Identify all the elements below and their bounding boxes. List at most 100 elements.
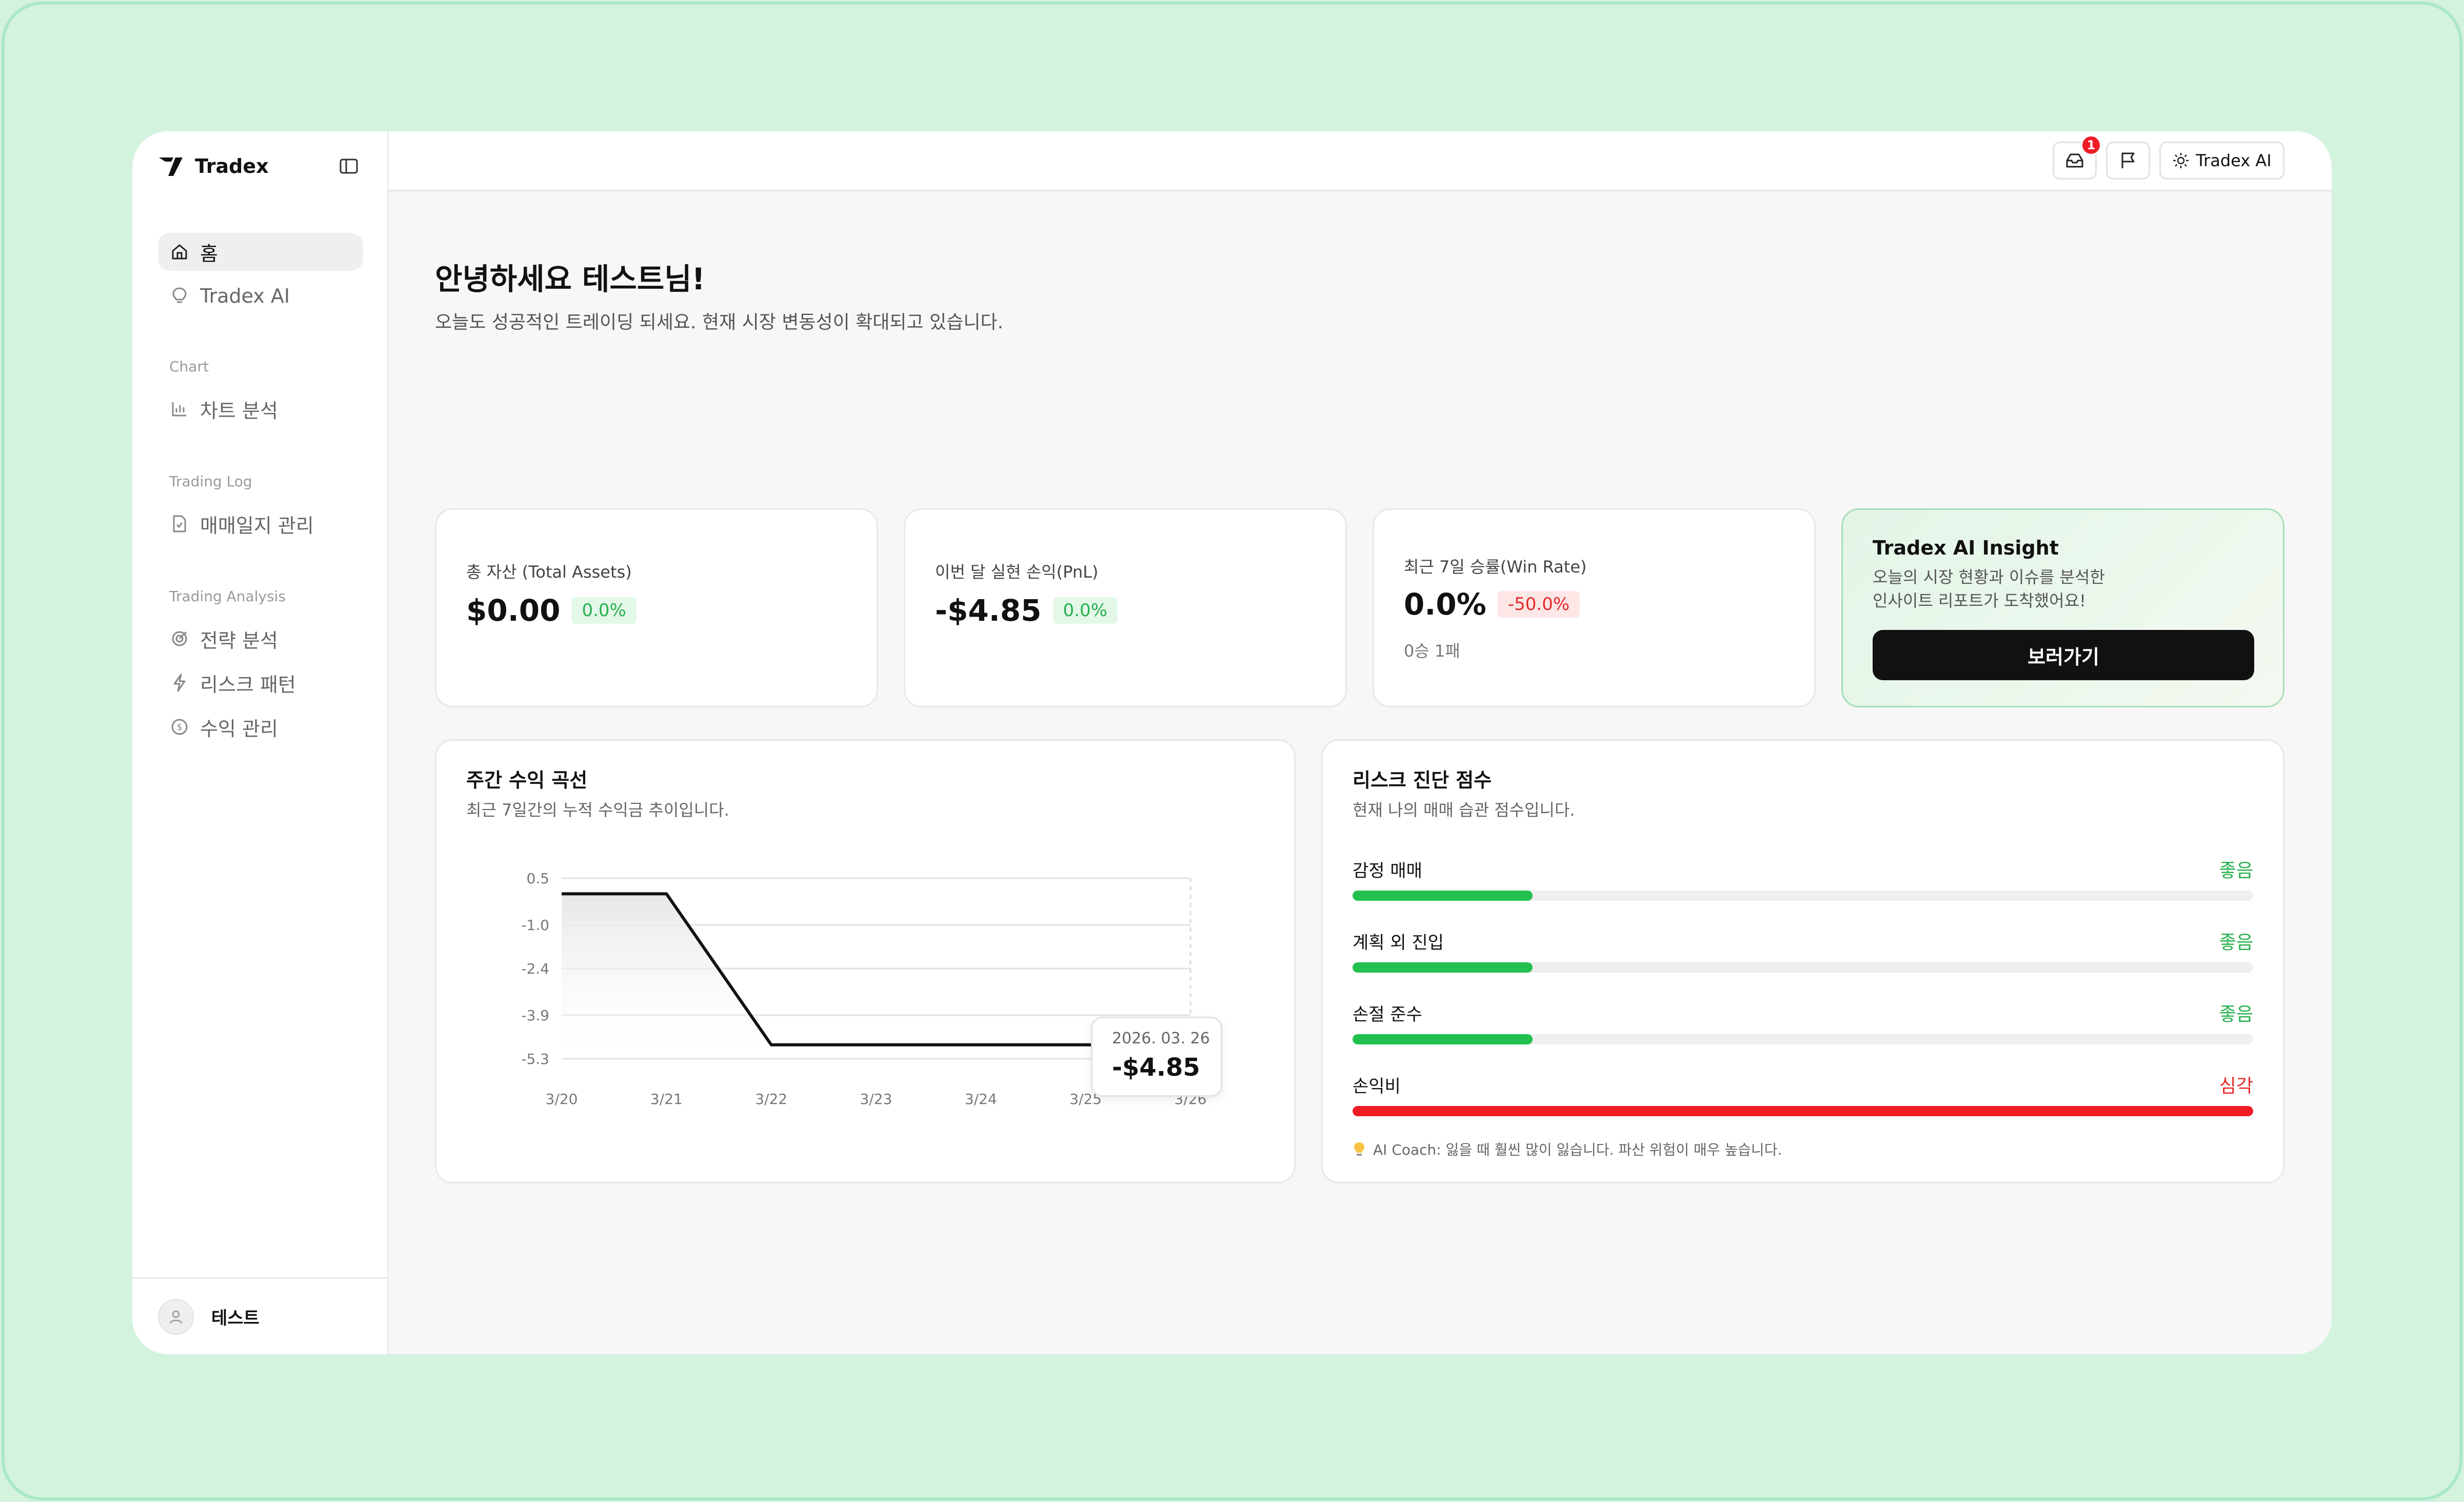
insight-description: 오늘의 시장 현황과 이슈를 분석한 인사이트 리포트가 도착했어요!: [1873, 565, 2242, 612]
stat-value-row: 0.0% -50.0%: [1404, 587, 1580, 622]
stat-change-badge: -50.0%: [1497, 591, 1580, 618]
risk-label: 감정 매매: [1353, 861, 1422, 881]
sidebar-item-label: 수익 관리: [200, 717, 278, 740]
file-icon: [169, 513, 190, 534]
tradex-ai-button-label: Tradex AI: [2196, 151, 2272, 170]
sidebar-section-title: Chart: [169, 358, 209, 375]
insight-desc-line: 오늘의 시장 현황과 이슈를 분석한: [1873, 567, 2105, 587]
y-tick-label: 0.5: [526, 870, 549, 887]
risk-status: 좋음: [2219, 1004, 2253, 1025]
risk-status: 좋음: [2219, 860, 2253, 881]
y-tick-label: -2.4: [521, 960, 549, 977]
sidebar-item-label: 차트 분석: [200, 399, 278, 422]
home-icon: [169, 242, 190, 262]
inbox-button[interactable]: 1: [2053, 135, 2101, 180]
svg-text:$: $: [177, 722, 183, 733]
risk-progress-fill: [1353, 891, 1533, 901]
stat-label: 총 자산 (Total Assets): [466, 562, 632, 582]
insight-title: Tradex AI Insight: [1873, 537, 2059, 559]
weekly-profit-chart: 0.5-1.0-2.4-3.9-5.33/20 3/21 3/22 3/23 3/24 3…: [521, 870, 1206, 1108]
tradex-ai-button[interactable]: Tradex AI: [2159, 142, 2284, 180]
sidebar-item-label: 리스크 패턴: [200, 673, 296, 696]
stat-value: $0.00: [466, 593, 561, 628]
stat-value: -$4.85: [935, 593, 1042, 628]
y-tick-label: -5.3: [521, 1051, 549, 1068]
risk-progress-fill: [1353, 1034, 1533, 1044]
tooltip-date: 2026. 03. 26: [1112, 1030, 1210, 1048]
risk-score-panel: 리스크 진단 점수 현재 나의 매매 습관 점수입니다. 감정 매매 좋음 계획…: [1321, 739, 2284, 1183]
sidebar-item-trading-journal[interactable]: 매매일지 관리: [158, 505, 363, 543]
weekly-profit-panel: 주간 수익 곡선 최근 7일간의 누적 수익금 추이입니다. 0.5 -1.0 -2…: [435, 739, 1296, 1183]
x-tick-label: 3/20: [546, 1091, 578, 1108]
page-subtitle: 오늘도 성공적인 트레이딩 되세요. 현재 시장 변동성이 확대되고 있습니다.: [435, 312, 1004, 333]
stat-label: 이번 달 실현 손익(PnL): [935, 562, 1099, 582]
ai-coach-note: AI Coach: 잃을 때 훨씬 많이 잃습니다. 파산 위험이 매우 높습니…: [1353, 1139, 1782, 1159]
chart-tooltip: 2026. 03. 26 -$4.85: [1091, 1017, 1222, 1097]
stat-card-win-rate: 최근 7일 승률(Win Rate) 0.0% -50.0% 0승 1패: [1373, 508, 1816, 707]
lightbulb-icon: [169, 286, 190, 306]
risk-status: 좋음: [2219, 932, 2253, 953]
notification-badge: 1: [2081, 135, 2101, 155]
y-tick-label: -3.9: [521, 1007, 549, 1024]
sidebar-panel-icon: [340, 159, 358, 174]
sun-icon: [2173, 153, 2189, 168]
x-tick-label: 3/24: [965, 1091, 997, 1108]
risk-progress-track: [1353, 1106, 2253, 1116]
sidebar-section-title: Trading Log: [169, 473, 252, 490]
x-tick-label: 3/23: [860, 1091, 892, 1108]
sidebar-item-chart-analysis[interactable]: 차트 분석: [158, 390, 363, 428]
inbox-icon: [2066, 153, 2083, 168]
stat-value-row: $0.00 0.0%: [466, 593, 637, 628]
page-title: 안녕하세요 테스트님!: [435, 262, 705, 297]
flag-button[interactable]: [2106, 142, 2150, 180]
sidebar-item-strategy-analysis[interactable]: 전략 분석: [158, 620, 363, 658]
sidebar-item-home[interactable]: 홈: [158, 233, 363, 271]
sidebar-item-label: Tradex AI: [200, 285, 290, 307]
sidebar-item-label: 홈: [200, 242, 218, 265]
sidebar-toggle-button[interactable]: [336, 151, 361, 182]
main-content: 안녕하세요 테스트님! 오늘도 성공적인 트레이딩 되세요. 현재 시장 변동성…: [389, 191, 2332, 1354]
tradex-logo-icon: [159, 157, 183, 176]
app-window: Tradex 홈 Tradex AI Chart 차트 분석 Trading L…: [132, 131, 2332, 1354]
risk-progress-track: [1353, 962, 2253, 973]
risk-label: 계획 외 진입: [1353, 933, 1444, 953]
risk-label: 손절 준수: [1353, 1004, 1422, 1025]
sidebar-item-label: 매매일지 관리: [200, 514, 314, 537]
sidebar-item-label: 전략 분석: [200, 629, 278, 652]
risk-status: 심각: [2219, 1076, 2253, 1097]
flag-icon: [2121, 152, 2135, 168]
bar-chart-icon: [169, 399, 190, 419]
sidebar-user[interactable]: 테스트: [132, 1277, 387, 1354]
x-tick-label: 3/21: [650, 1091, 683, 1108]
avatar: [158, 1298, 194, 1335]
target-icon: [169, 628, 190, 649]
brand-name: Tradex: [195, 155, 269, 177]
stat-card-monthly-pnl: 이번 달 실현 손익(PnL) -$4.85 0.0%: [904, 508, 1347, 707]
panel-subtitle: 현재 나의 매매 습관 점수입니다.: [1353, 800, 1575, 820]
stat-change-badge: 0.0%: [571, 597, 637, 624]
stat-card-total-assets: 총 자산 (Total Assets) $0.00 0.0%: [435, 508, 878, 707]
stat-change-badge: 0.0%: [1052, 597, 1118, 624]
risk-progress-track: [1353, 891, 2253, 901]
risk-progress-fill: [1353, 1106, 2253, 1116]
sidebar-item-profit-management[interactable]: $ 수익 관리: [158, 708, 363, 746]
stat-value-row: -$4.85 0.0%: [935, 593, 1118, 628]
ai-coach-text: AI Coach: 잃을 때 훨씬 많이 잃습니다. 파산 위험이 매우 높습니…: [1373, 1141, 1782, 1158]
risk-label: 손익비: [1353, 1076, 1401, 1097]
sidebar-section-title: Trading Analysis: [169, 588, 286, 605]
brand[interactable]: Tradex: [158, 151, 269, 182]
y-tick-label: -1.0: [521, 917, 549, 934]
sidebar-item-tradex-ai[interactable]: Tradex AI: [158, 277, 363, 315]
sidebar-item-risk-pattern[interactable]: 리스크 패턴: [158, 664, 363, 702]
x-tick-label: 3/22: [755, 1091, 787, 1108]
user-icon: [169, 1310, 183, 1323]
tooltip-value: -$4.85: [1112, 1053, 1200, 1082]
risk-progress-track: [1353, 1034, 2253, 1044]
dollar-circle-icon: $: [169, 717, 190, 737]
view-insight-button[interactable]: 보러가기: [1873, 630, 2254, 680]
risk-progress-fill: [1353, 962, 1533, 973]
insight-desc-line: 인사이트 리포트가 도착했어요!: [1873, 591, 2086, 610]
sidebar: Tradex 홈 Tradex AI Chart 차트 분석 Trading L…: [132, 131, 389, 1354]
win-loss-record: 0승 1패: [1404, 641, 1460, 661]
user-name: 테스트: [211, 1308, 260, 1329]
